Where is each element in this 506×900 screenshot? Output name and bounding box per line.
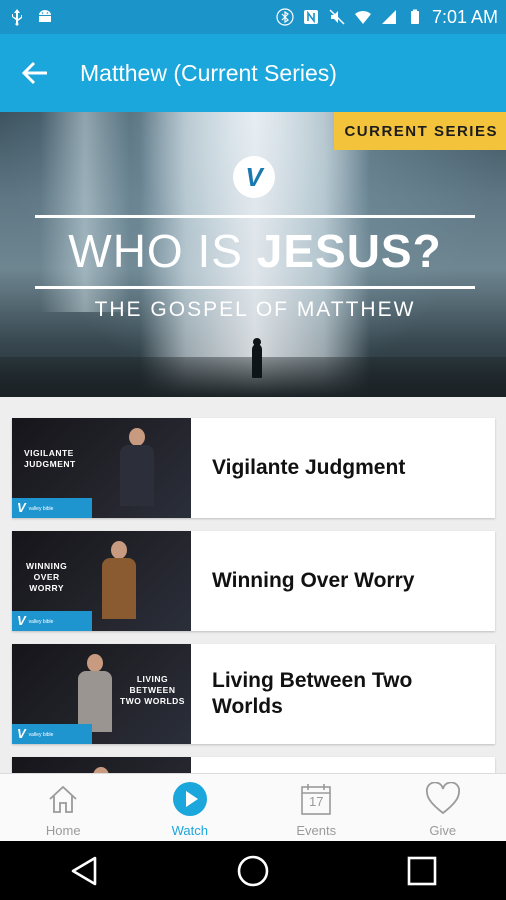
sermon-thumbnail: VIGILANTE JUDGMENT Vvalley bible <box>12 418 191 518</box>
sermon-title: Living Between Two Worlds <box>212 669 413 718</box>
system-recents-button[interactable] <box>392 841 452 900</box>
nav-events[interactable]: 17 Events <box>253 774 380 841</box>
series-title: WHO IS JESUS? <box>35 224 475 278</box>
current-series-badge: CURRENT SERIES <box>334 112 506 150</box>
logo-letter: V <box>17 613 26 628</box>
heart-icon <box>425 781 461 817</box>
logo-small-text: valley bible <box>28 618 54 625</box>
series-title-bold: JESUS? <box>256 225 442 277</box>
back-triangle-icon <box>72 856 97 885</box>
speaker-image <box>120 428 154 506</box>
nav-give[interactable]: Give <box>380 774 506 841</box>
series-title-plain: WHO IS <box>68 225 257 277</box>
signal-icon <box>381 10 396 24</box>
battery-icon <box>410 9 419 24</box>
thumbnail-title: VIGILANTE JUDGMENT <box>24 448 76 470</box>
sermon-title: Winning Over Worry <box>212 569 415 592</box>
series-subtitle: THE GOSPEL OF MATTHEW <box>94 298 416 321</box>
banner-background <box>40 112 130 312</box>
church-logo-strip: Vvalley bible <box>12 611 92 631</box>
calendar-icon: 17 <box>298 781 334 817</box>
sermon-thumbnail: WINNING OVER WORRY Vvalley bible <box>12 531 191 631</box>
home-circle-icon <box>237 855 269 886</box>
page-title: Matthew (Current Series) <box>80 59 337 86</box>
arrow-back-icon <box>21 61 47 85</box>
speaker-image <box>102 541 136 619</box>
mute-icon <box>329 9 345 25</box>
usb-icon <box>12 9 22 26</box>
banner-figure <box>252 344 262 378</box>
church-logo-strip: Vvalley bible <box>12 498 92 518</box>
logo-small-text: valley bible <box>28 731 54 738</box>
sermon-thumbnail: LIVING BETWEEN TWO WORLDS Vvalley bible <box>12 644 191 744</box>
thumbnail-title: LIVING BETWEEN TWO WORLDS <box>120 674 185 707</box>
nfc-icon <box>303 10 318 24</box>
logo-small-text: valley bible <box>28 505 54 512</box>
system-back-button[interactable] <box>54 841 114 900</box>
play-icon <box>172 781 208 817</box>
title-rule-top <box>35 215 475 218</box>
bottom-navigation: Home Watch 17 Events Give <box>0 773 506 841</box>
system-home-button[interactable] <box>223 841 283 900</box>
nav-give-label: Give <box>429 823 457 838</box>
thumbnail-title-text: WINNING OVER WORRY <box>26 561 68 593</box>
title-rule-bottom <box>35 286 475 289</box>
sermon-card[interactable]: VIGILANTE JUDGMENT Vvalley bible Vigilan… <box>12 418 495 518</box>
church-logo-strip: Vvalley bible <box>12 724 92 744</box>
sermon-card[interactable]: LIVING BETWEEN TWO WORLDS Vvalley bible … <box>12 644 495 744</box>
logo-letter: V <box>17 726 26 741</box>
thumbnail-title: WINNING OVER WORRY <box>26 561 67 594</box>
speaker-image <box>78 654 112 732</box>
logo-letter: V <box>17 500 26 515</box>
nav-watch[interactable]: Watch <box>127 774 254 841</box>
status-bar: 7:01 AM <box>0 0 506 34</box>
bluetooth-icon <box>276 8 294 26</box>
back-button[interactable] <box>0 34 70 112</box>
calendar-day: 17 <box>309 794 324 809</box>
church-logo: V <box>233 156 275 198</box>
thumbnail-title-text: VIGILANTE JUDGMENT <box>24 448 76 469</box>
nav-watch-label: Watch <box>171 823 208 838</box>
android-icon <box>39 10 51 22</box>
recents-square-icon <box>407 856 436 885</box>
nav-home-label: Home <box>45 823 81 838</box>
series-banner[interactable]: CURRENT SERIES V WHO IS JESUS? THE GOSPE… <box>0 112 506 397</box>
system-navigation-bar <box>0 841 506 900</box>
status-time: 7:01 AM <box>431 6 498 27</box>
nav-events-label: Events <box>296 823 337 838</box>
wifi-icon <box>354 10 371 24</box>
thumbnail-title-text: LIVING BETWEEN TWO WORLDS <box>120 674 185 706</box>
home-icon <box>45 781 81 817</box>
nav-home[interactable]: Home <box>0 774 127 841</box>
app-bar: Matthew (Current Series) <box>0 34 506 112</box>
sermon-title: Vigilante Judgment <box>212 456 406 479</box>
sermon-card[interactable]: WINNING OVER WORRY Vvalley bible Winning… <box>12 531 495 631</box>
